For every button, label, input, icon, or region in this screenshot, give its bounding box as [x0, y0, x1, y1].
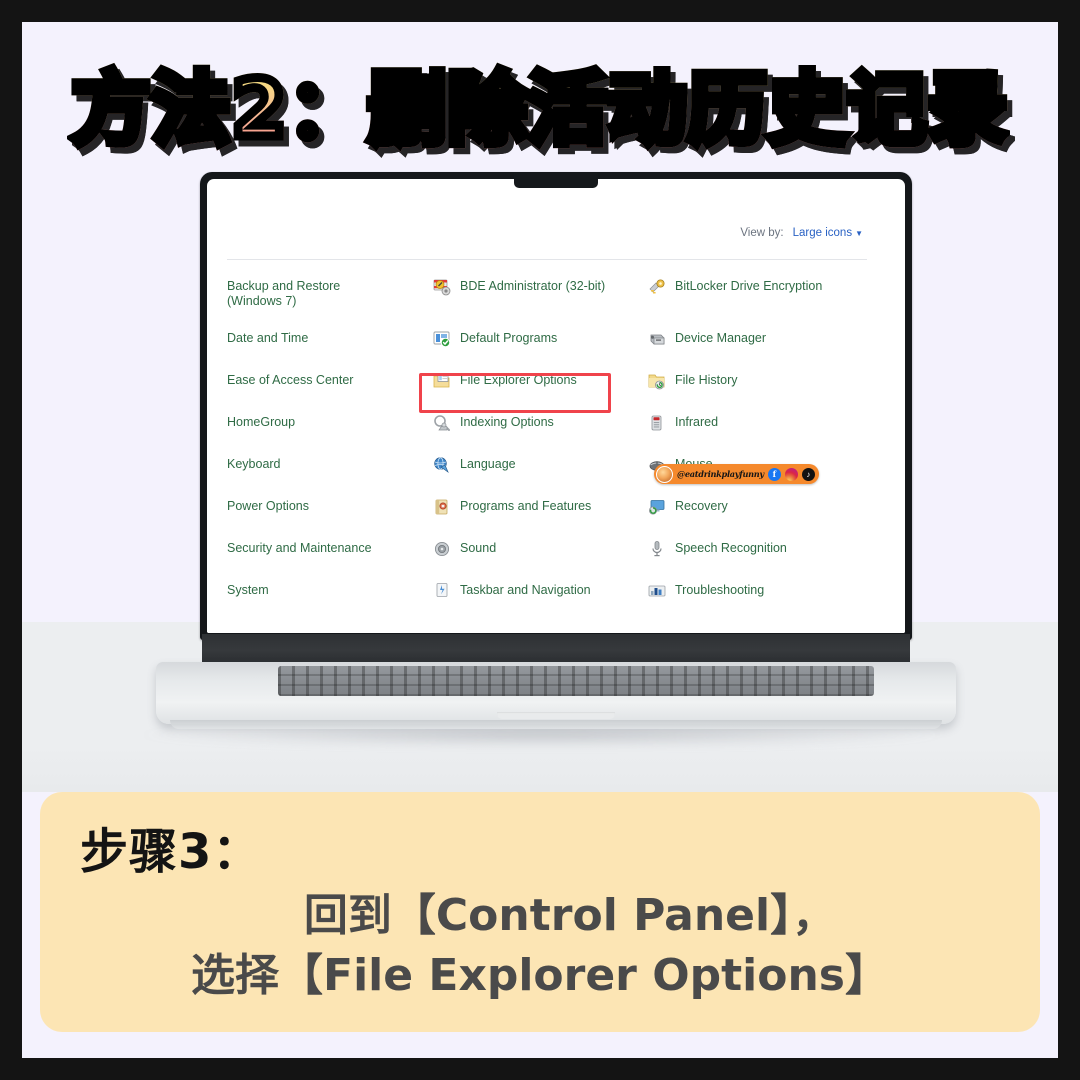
cp-item-security-and-maintenance[interactable]: Security and Maintenance [227, 541, 432, 556]
table-row: Backup and Restore (Windows 7) BDE Admin… [227, 279, 897, 331]
cp-item-speech-recognition[interactable]: Speech Recognition [647, 541, 887, 559]
cp-item-sound[interactable]: Sound [432, 541, 647, 559]
step-line-1: 回到【Control Panel】， [303, 890, 837, 941]
bde-administrator-icon [432, 277, 452, 297]
trackpad-notch [497, 712, 615, 719]
cp-item-label: Backup and Restore (Windows 7) [227, 279, 341, 308]
programs-and-features-icon [432, 497, 452, 517]
step-panel: 步骤3： 回到【Control Panel】， 选择【File Explorer… [40, 792, 1040, 1032]
poster-root: 方法2：删除活动历史记录 View by: Large icons ▼ Back… [0, 0, 1080, 1080]
language-icon [432, 455, 452, 475]
cp-item-label: Device Manager [675, 331, 767, 345]
cp-item-label: BDE Administrator (32-bit) [460, 279, 606, 293]
chevron-down-icon[interactable]: ▼ [855, 229, 863, 238]
avatar [656, 465, 673, 483]
step-line-2: 选择【File Explorer Options】 [191, 950, 889, 1001]
cp-item-label: Indexing Options [460, 415, 554, 429]
tiktok-icon: ♪ [801, 467, 815, 481]
header-divider [227, 259, 867, 260]
title-banner: 方法2：删除活动历史记录 [22, 60, 1058, 170]
cp-item-programs-and-features[interactable]: Programs and Features [432, 499, 647, 517]
cp-item-taskbar-and-navigation[interactable]: Taskbar and Navigation [432, 583, 647, 601]
laptop-hinge [202, 634, 910, 664]
cp-item-label: Speech Recognition [675, 541, 787, 555]
step-body: 回到【Control Panel】， 选择【File Explorer Opti… [40, 886, 1040, 1006]
facebook-icon: f [767, 467, 781, 481]
cp-item-label: Power Options [227, 499, 309, 513]
cp-item-keyboard[interactable]: Keyboard [227, 457, 432, 472]
cp-item-label: Taskbar and Navigation [460, 583, 591, 597]
default-programs-icon [432, 329, 452, 349]
view-by-value[interactable]: Large icons [793, 227, 852, 239]
cp-item-label: Ease of Access Center [227, 373, 354, 387]
instagram-icon [784, 467, 798, 481]
cp-item-language[interactable]: Language [432, 457, 647, 475]
table-row: HomeGroup Indexing Options Infrared [227, 415, 897, 457]
webcam-notch [514, 172, 598, 188]
view-by-label: View by: [740, 227, 784, 239]
cp-item-label: Troubleshooting [675, 583, 765, 597]
cp-item-label: Programs and Features [460, 499, 592, 513]
cp-item-label: Infrared [675, 415, 719, 429]
cp-item-device-manager[interactable]: Device Manager [647, 331, 887, 349]
table-row: Ease of Access Center File Explorer Opti… [227, 373, 897, 415]
table-row: Power Options Programs and Features Reco… [227, 499, 897, 541]
cp-item-label: HomeGroup [227, 415, 296, 429]
page-title: 方法2：删除活动历史记录 [67, 60, 1010, 160]
cp-item-backup-and-restore[interactable]: Backup and Restore (Windows 7) [227, 279, 432, 309]
laptop-mockup: View by: Large icons ▼ Backup and Restore … [156, 172, 956, 752]
recovery-icon [647, 497, 667, 517]
cp-item-label: File History [675, 373, 738, 387]
step-heading: 步骤3： [80, 824, 262, 880]
cp-item-bde-administrator[interactable]: BDE Administrator (32-bit) [432, 279, 647, 297]
content-fade [207, 617, 905, 633]
view-by-control[interactable]: View by: Large icons ▼ [740, 227, 863, 239]
laptop-keyboard [278, 666, 874, 696]
cp-item-troubleshooting[interactable]: Troubleshooting [647, 583, 887, 601]
cp-item-label: File Explorer Options [460, 373, 577, 387]
control-panel-window: View by: Large icons ▼ Backup and Restore … [207, 179, 905, 633]
poster-canvas: 方法2：删除活动历史记录 View by: Large icons ▼ Back… [22, 22, 1058, 1058]
watermark-badge: @eatdrinkplayfunny f ♪ [654, 464, 819, 484]
indexing-options-icon [432, 413, 452, 433]
cp-item-ease-of-access-center[interactable]: Ease of Access Center [227, 373, 432, 388]
cp-item-label: System [227, 583, 269, 597]
cp-item-label: Language [460, 457, 516, 471]
bitlocker-icon [647, 277, 667, 297]
cp-item-label: Keyboard [227, 457, 281, 471]
cp-item-date-and-time[interactable]: Date and Time [227, 331, 432, 346]
table-row: Security and Maintenance Sound Speech Re… [227, 541, 897, 583]
infrared-icon [647, 413, 667, 433]
file-explorer-options-icon [432, 371, 452, 391]
device-manager-icon [647, 329, 667, 349]
cp-item-indexing-options[interactable]: Indexing Options [432, 415, 647, 433]
laptop-lid: View by: Large icons ▼ Backup and Restore … [200, 172, 912, 640]
cp-item-label: BitLocker Drive Encryption [675, 279, 823, 293]
cp-item-system[interactable]: System [227, 583, 432, 598]
file-history-icon [647, 371, 667, 391]
taskbar-and-navigation-icon [432, 581, 452, 601]
cp-item-label: Security and Maintenance [227, 541, 372, 555]
cp-item-recovery[interactable]: Recovery [647, 499, 887, 517]
sound-icon [432, 539, 452, 559]
table-row: Date and Time Default Programs Device Ma… [227, 331, 897, 373]
cp-item-label: Default Programs [460, 331, 558, 345]
control-panel-item-grid: Backup and Restore (Windows 7) BDE Admin… [227, 279, 897, 625]
cp-item-default-programs[interactable]: Default Programs [432, 331, 647, 349]
cp-item-label: Recovery [675, 499, 728, 513]
cp-item-file-history[interactable]: File History [647, 373, 887, 391]
cp-item-power-options[interactable]: Power Options [227, 499, 432, 514]
cp-item-homegroup[interactable]: HomeGroup [227, 415, 432, 430]
watermark-handle: @eatdrinkplayfunny [677, 469, 764, 479]
laptop-screen: View by: Large icons ▼ Backup and Restore … [207, 179, 905, 633]
cp-item-bitlocker-drive-encryption[interactable]: BitLocker Drive Encryption [647, 279, 887, 297]
troubleshooting-icon [647, 581, 667, 601]
cp-item-infrared[interactable]: Infrared [647, 415, 887, 433]
cp-item-file-explorer-options[interactable]: File Explorer Options [432, 373, 647, 391]
cp-item-label: Sound [460, 541, 497, 555]
speech-recognition-icon [647, 539, 667, 559]
laptop-base-foot [170, 720, 942, 729]
cp-item-label: Date and Time [227, 331, 309, 345]
